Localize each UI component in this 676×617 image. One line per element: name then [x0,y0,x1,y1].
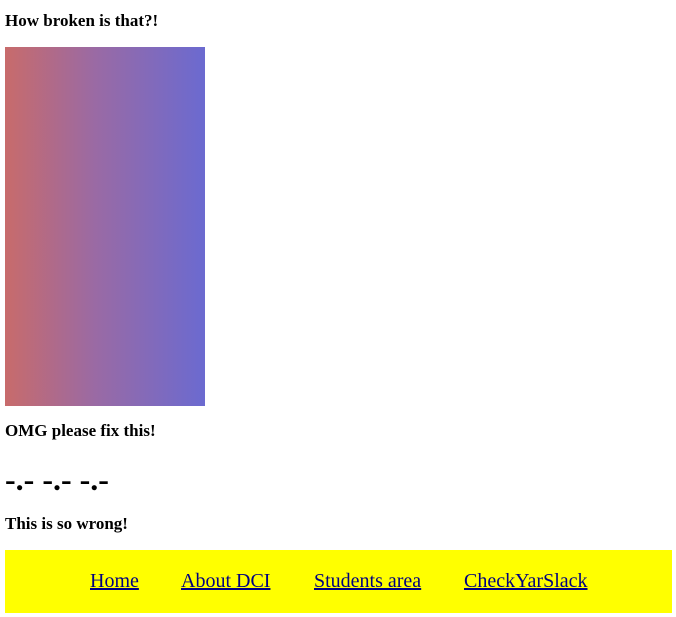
gradient-box [5,47,205,406]
nav-link-about-dci[interactable]: About DCI [181,570,270,593]
nav-link-students-area[interactable]: Students area [314,570,421,593]
page-heading-wrong: This is so wrong! [5,514,128,533]
nav-bar: Home About DCI Students area CheckYarSla… [5,550,672,613]
nav-link-home[interactable]: Home [90,570,139,593]
page-heading-omg: OMG please fix this! [5,421,156,440]
page-heading-top: How broken is that?! [5,11,159,30]
nav-link-checkyarslack[interactable]: CheckYarSlack [464,570,588,593]
emoticon-heading: -.- -.- -.- [5,461,109,497]
